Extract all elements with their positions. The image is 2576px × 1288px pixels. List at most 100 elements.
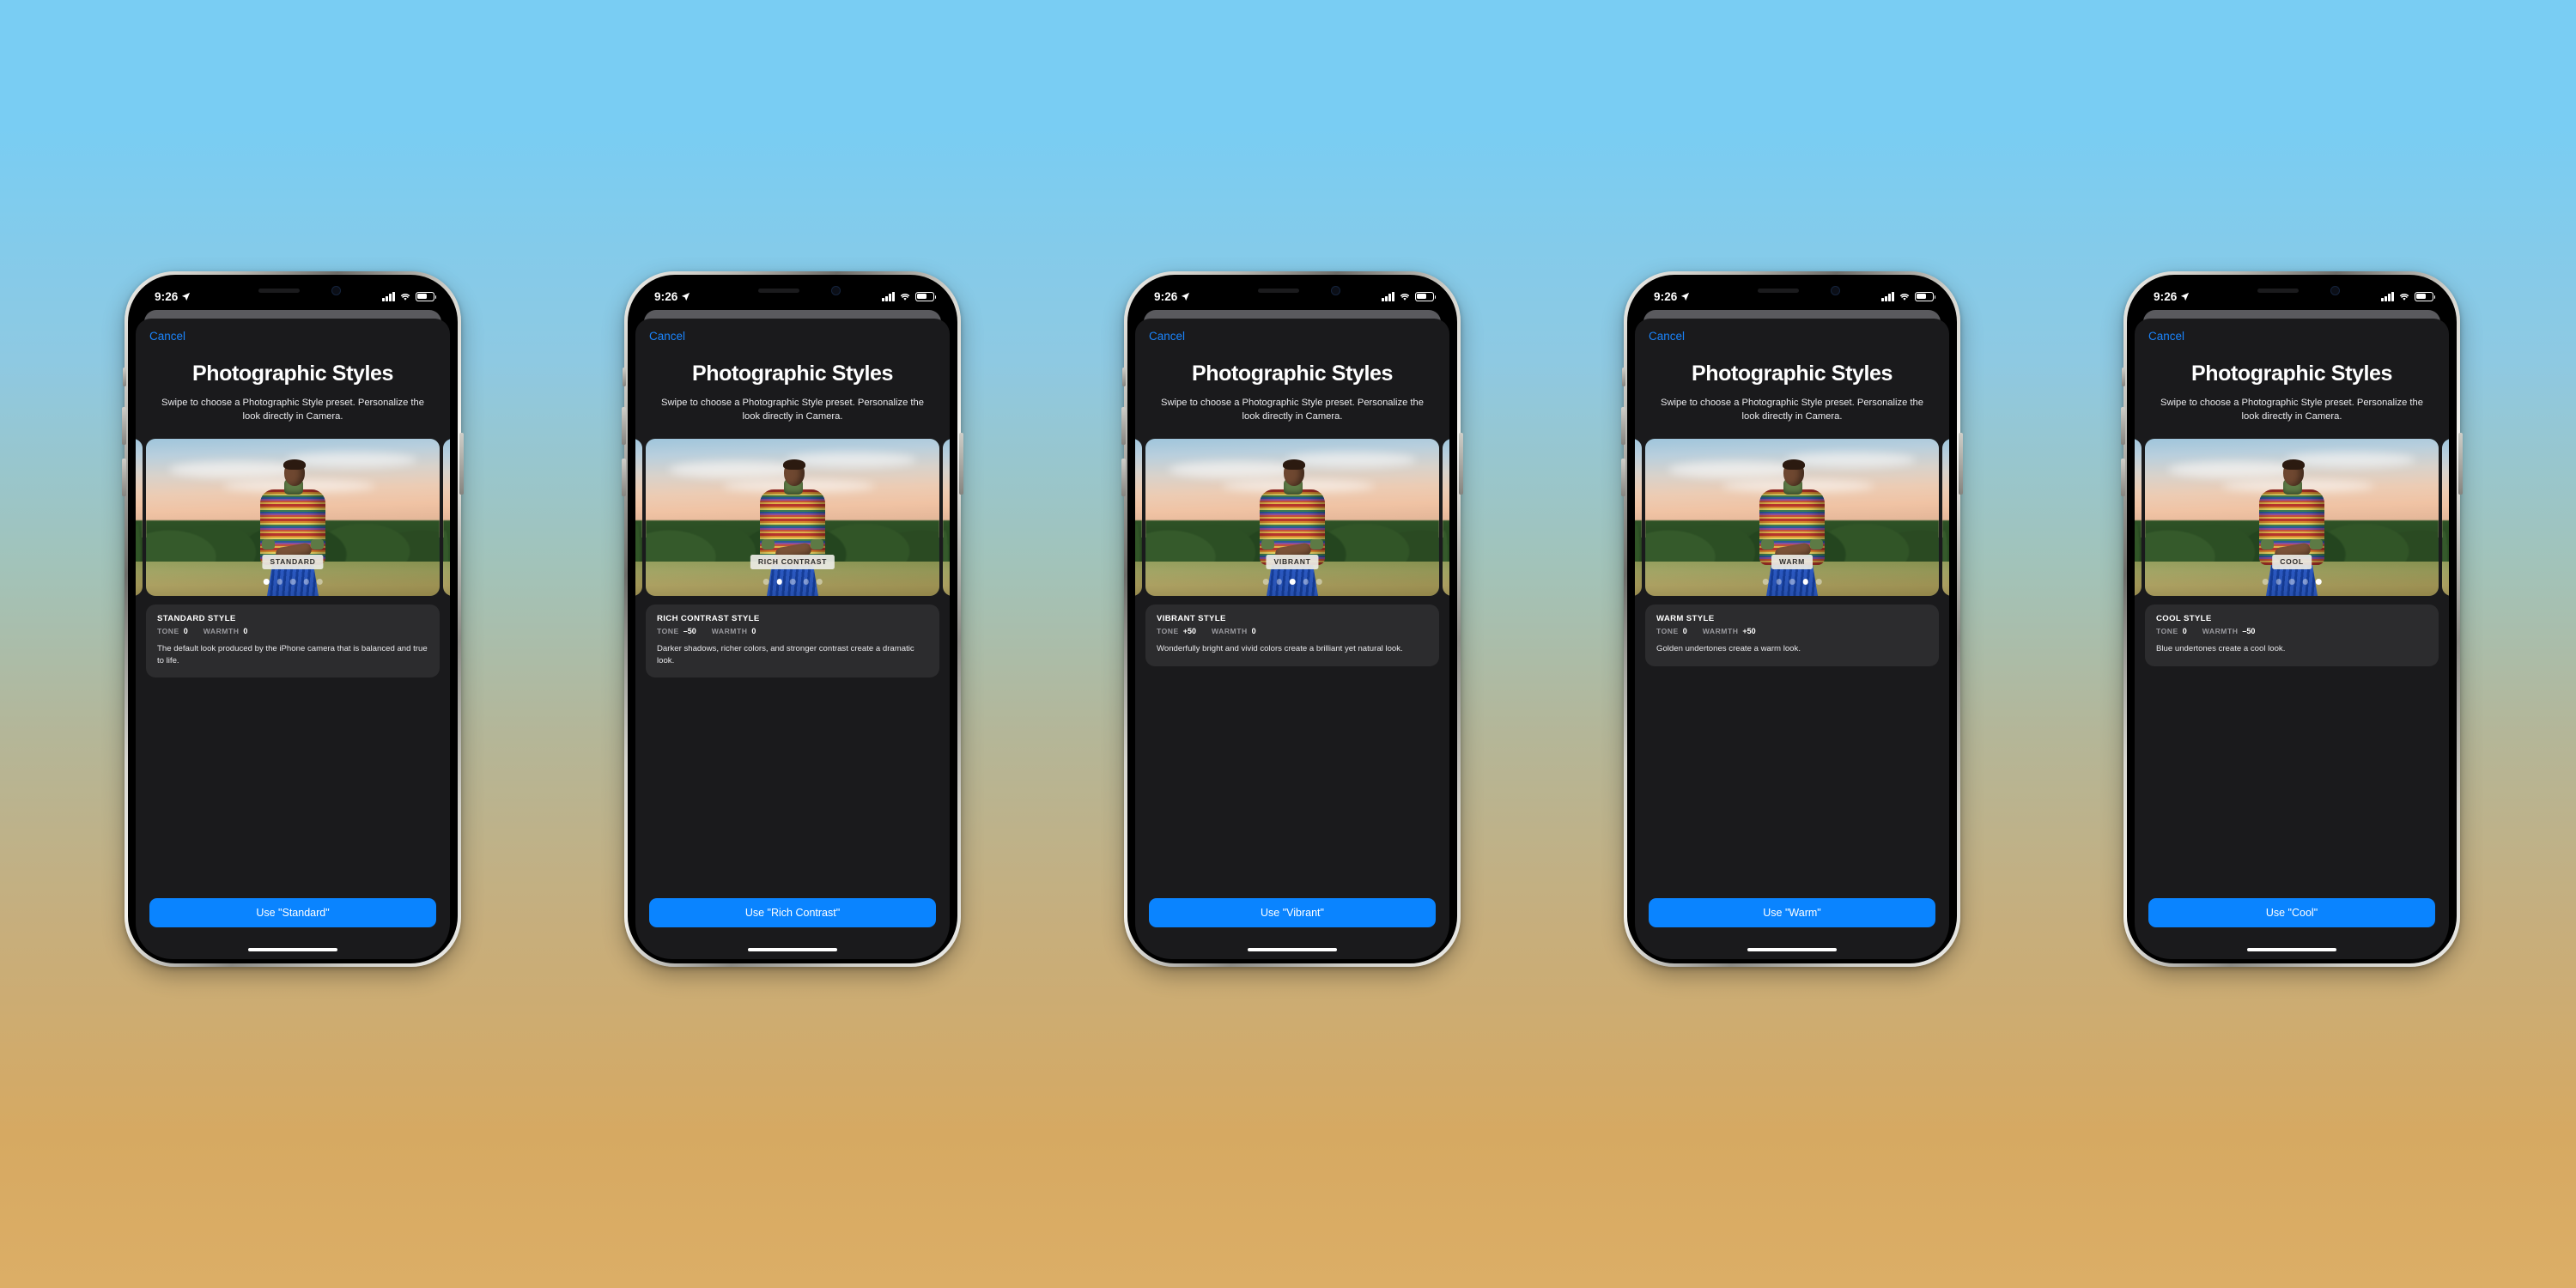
volume-down-button[interactable] [622, 459, 626, 496]
page-dot[interactable] [1802, 579, 1808, 585]
phone-screen: 9:26 Cancel Photographic Styles Swipe to… [2131, 279, 2452, 959]
page-dot[interactable] [2275, 579, 2281, 585]
volume-up-button[interactable] [1621, 407, 1625, 445]
style-carousel[interactable]: VIBRANT [1135, 438, 1449, 596]
carousel-peek-left[interactable] [635, 438, 642, 596]
carousel-peek-right[interactable] [2442, 438, 2449, 596]
carousel-peek-right[interactable] [1942, 438, 1949, 596]
cancel-button[interactable]: Cancel [1135, 319, 1449, 343]
page-dot[interactable] [1315, 579, 1322, 585]
page-dot[interactable] [1815, 579, 1822, 585]
notch [226, 279, 360, 305]
silent-switch[interactable] [1122, 368, 1126, 386]
volume-up-button[interactable] [622, 407, 626, 445]
iphone-device-5: 9:26 Cancel Photographic Styles Swipe to… [2121, 271, 2463, 967]
style-preview-photo[interactable]: STANDARD [146, 438, 440, 596]
style-preview-photo[interactable]: WARM [1645, 438, 1939, 596]
style-carousel[interactable]: STANDARD [136, 438, 450, 596]
page-dot[interactable] [1262, 579, 1269, 585]
style-description: Darker shadows, richer colors, and stron… [657, 643, 914, 665]
silent-switch[interactable] [2122, 368, 2125, 386]
page-dot[interactable] [276, 579, 283, 585]
page-dot[interactable] [1276, 579, 1282, 585]
power-button[interactable] [1459, 433, 1463, 495]
silent-switch[interactable] [623, 368, 626, 386]
volume-down-button[interactable] [2121, 459, 2125, 496]
status-bar-left: 9:26 [155, 290, 191, 303]
page-dot[interactable] [2302, 579, 2308, 585]
page-dot[interactable] [1303, 579, 1309, 585]
carousel-peek-left[interactable] [1135, 438, 1142, 596]
page-dot[interactable] [2262, 579, 2269, 585]
volume-down-button[interactable] [1621, 459, 1625, 496]
style-info-panel: RICH CONTRAST STYLE TONE –50 WARMTH 0 Da… [646, 604, 939, 678]
cancel-button[interactable]: Cancel [635, 319, 950, 343]
cancel-button[interactable]: Cancel [1635, 319, 1949, 343]
page-dot[interactable] [2288, 579, 2295, 585]
use-style-button[interactable]: Use "Rich Contrast" [649, 898, 936, 928]
cta-container: Use "Standard" [136, 898, 450, 928]
page-dot[interactable] [803, 579, 809, 585]
cancel-button[interactable]: Cancel [136, 319, 450, 343]
carousel-peek-left[interactable] [136, 438, 143, 596]
carousel-peek-right[interactable] [943, 438, 950, 596]
status-bar-right [1382, 291, 1437, 301]
home-indicator[interactable] [248, 948, 337, 951]
power-button[interactable] [2458, 433, 2463, 495]
silent-switch[interactable] [1622, 368, 1625, 386]
style-carousel[interactable]: COOL [2135, 438, 2449, 596]
carousel-peek-left[interactable] [2135, 438, 2142, 596]
power-button[interactable] [1959, 433, 1963, 495]
cancel-button[interactable]: Cancel [2135, 319, 2449, 343]
page-dot[interactable] [1776, 579, 1782, 585]
carousel-page-dots[interactable] [263, 579, 323, 585]
page-dot[interactable] [289, 579, 296, 585]
volume-down-button[interactable] [122, 459, 126, 496]
style-carousel[interactable]: WARM [1635, 438, 1949, 596]
power-button[interactable] [459, 433, 464, 495]
carousel-peek-left[interactable] [1635, 438, 1642, 596]
use-style-button[interactable]: Use "Standard" [149, 898, 436, 928]
page-dot[interactable] [263, 579, 270, 585]
volume-up-button[interactable] [1121, 407, 1126, 445]
carousel-peek-right[interactable] [443, 438, 450, 596]
status-time: 9:26 [1654, 289, 1678, 303]
carousel-peek-right[interactable] [1443, 438, 1449, 596]
use-style-button[interactable]: Use "Vibrant" [1149, 898, 1436, 928]
style-name: WARM STYLE [1656, 613, 1715, 623]
home-indicator[interactable] [1248, 948, 1337, 951]
home-indicator[interactable] [748, 948, 837, 951]
page-dot[interactable] [816, 579, 823, 585]
carousel-page-dots[interactable] [762, 579, 823, 585]
page-dot[interactable] [1289, 579, 1296, 585]
carousel-page-dots[interactable] [1262, 579, 1322, 585]
home-indicator[interactable] [2247, 948, 2336, 951]
volume-up-button[interactable] [2121, 407, 2125, 445]
page-dot[interactable] [1762, 579, 1769, 585]
page-dot[interactable] [303, 579, 309, 585]
page-dot[interactable] [1789, 579, 1795, 585]
silent-switch[interactable] [123, 368, 126, 386]
page-dot[interactable] [776, 579, 782, 585]
page-dot[interactable] [2315, 579, 2322, 585]
page-dot[interactable] [762, 579, 769, 585]
phone-screen: 9:26 Cancel Photographic Styles Swipe to… [1631, 279, 1953, 959]
page-dot[interactable] [789, 579, 796, 585]
carousel-page-dots[interactable] [1762, 579, 1822, 585]
cta-container: Use "Cool" [2135, 898, 2449, 928]
style-preview-photo[interactable]: COOL [2145, 438, 2439, 596]
sample-photo [2145, 438, 2439, 596]
use-style-button[interactable]: Use "Warm" [1649, 898, 1935, 928]
use-style-button[interactable]: Use "Cool" [2148, 898, 2435, 928]
style-preview-photo[interactable]: RICH CONTRAST [646, 438, 939, 596]
style-carousel[interactable]: RICH CONTRAST [635, 438, 950, 596]
style-name: COOL STYLE [2156, 613, 2212, 623]
volume-up-button[interactable] [122, 407, 126, 445]
home-indicator[interactable] [1747, 948, 1837, 951]
earpiece-speaker-icon [1258, 289, 1299, 293]
volume-down-button[interactable] [1121, 459, 1126, 496]
style-preview-photo[interactable]: VIBRANT [1145, 438, 1439, 596]
page-dot[interactable] [316, 579, 323, 585]
power-button[interactable] [959, 433, 963, 495]
carousel-page-dots[interactable] [2262, 579, 2322, 585]
